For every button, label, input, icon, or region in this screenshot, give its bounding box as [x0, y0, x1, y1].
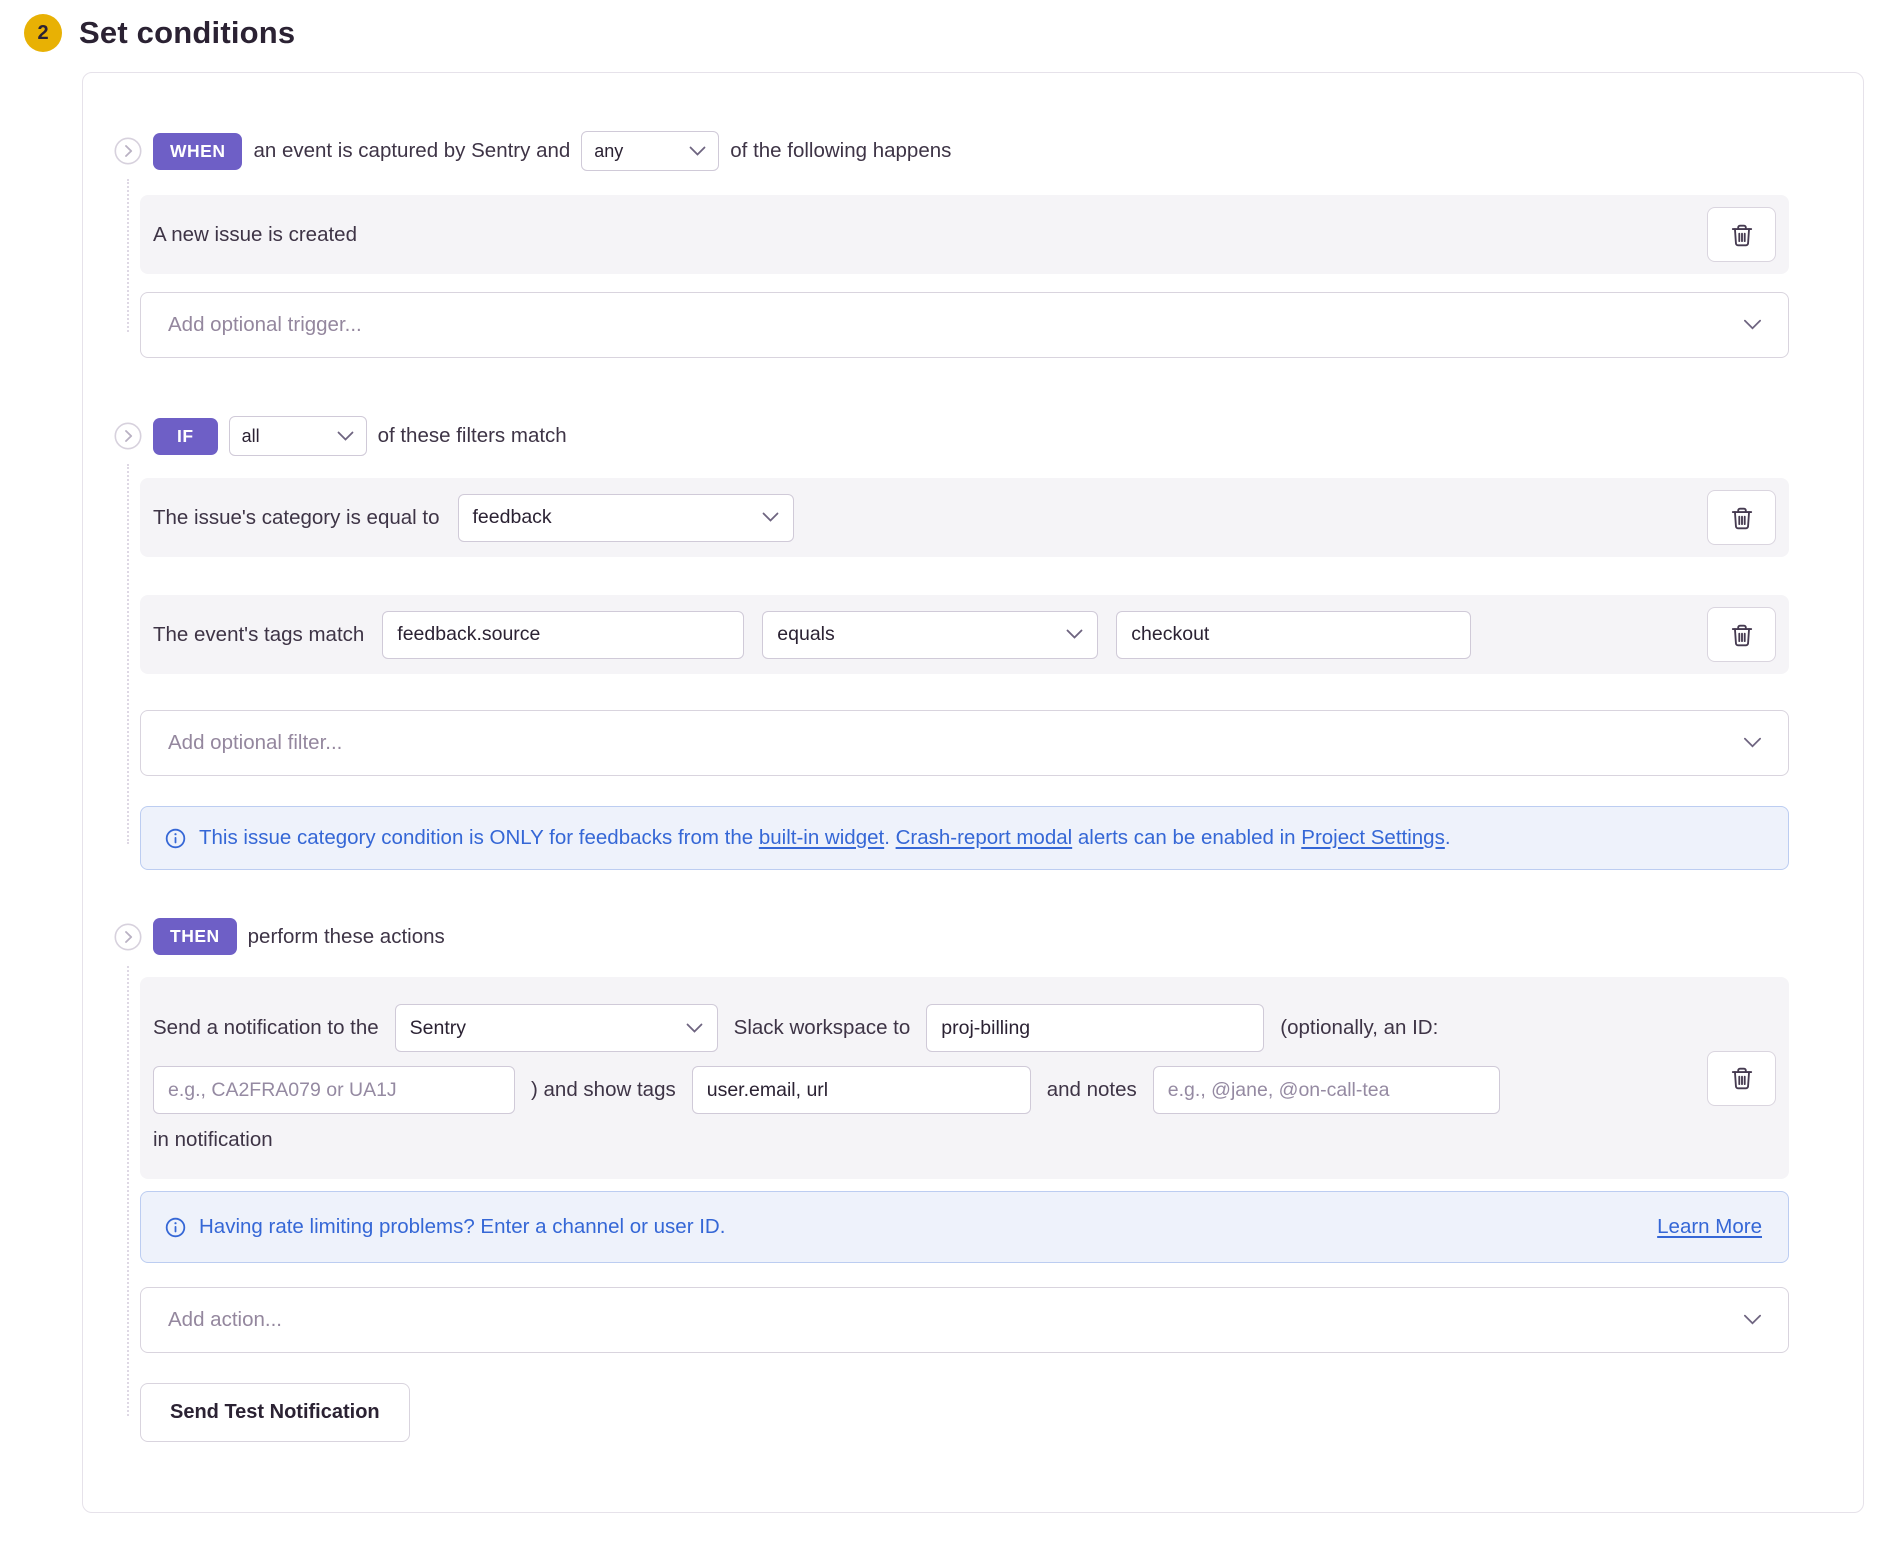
- tag-value-input[interactable]: [1116, 611, 1471, 659]
- rate-limit-text: Having rate limiting problems? Enter a c…: [199, 1215, 725, 1239]
- trash-icon: [1729, 1065, 1755, 1091]
- show-tags-label: ) and show tags: [531, 1078, 676, 1102]
- notes-label: and notes: [1047, 1078, 1137, 1102]
- channel-id-input[interactable]: [153, 1066, 515, 1114]
- then-badge: THEN: [153, 918, 237, 955]
- add-optional-filter[interactable]: Add optional filter...: [140, 710, 1789, 776]
- chevron-down-icon: [1066, 629, 1083, 640]
- delete-condition-button[interactable]: [1707, 207, 1776, 262]
- if-section: IF all of these filters match The issue'…: [140, 416, 1789, 870]
- if-match-select[interactable]: all: [229, 416, 367, 456]
- info-text-part: .: [884, 826, 895, 849]
- optional-id-label: (optionally, an ID:: [1280, 1016, 1438, 1040]
- condition-label: A new issue is created: [153, 223, 357, 247]
- chevron-down-icon: [686, 1023, 703, 1034]
- trash-icon: [1729, 222, 1755, 248]
- filter-category-label: The issue's category is equal to: [153, 506, 440, 530]
- info-text-part: alerts can be enabled in: [1072, 826, 1301, 849]
- chevron-down-icon: [337, 431, 354, 442]
- chevron-down-icon: [689, 146, 706, 157]
- when-condition-row: A new issue is created: [140, 195, 1789, 274]
- select-value: feedback: [473, 506, 552, 529]
- then-header: THEN perform these actions: [114, 918, 1789, 955]
- when-badge: WHEN: [153, 133, 242, 170]
- chevron-down-icon: [1743, 737, 1762, 749]
- then-label: perform these actions: [248, 925, 445, 949]
- step-number-badge: 2: [24, 14, 62, 52]
- section-connector-line: [127, 179, 129, 332]
- crash-report-modal-link[interactable]: Crash-report modal: [896, 826, 1073, 849]
- chevron-down-icon: [1743, 319, 1762, 331]
- channel-input[interactable]: [926, 1004, 1264, 1052]
- chevron-right-circle-icon: [114, 137, 142, 165]
- info-circle-icon: [165, 828, 186, 849]
- info-text-part: .: [1445, 826, 1451, 849]
- conditions-panel: WHEN an event is captured by Sentry and …: [82, 72, 1864, 1513]
- send-notification-label: Send a notification to the: [153, 1016, 379, 1040]
- then-section: THEN perform these actions Send a notifi…: [140, 918, 1789, 1442]
- add-filter-placeholder: Add optional filter...: [168, 731, 342, 755]
- slack-action-content: Send a notification to the Sentry Slack …: [153, 1004, 1689, 1152]
- notes-input[interactable]: [1153, 1066, 1500, 1114]
- learn-more-link[interactable]: Learn More: [1657, 1215, 1762, 1239]
- page-header: 2 Set conditions: [0, 0, 1888, 52]
- section-connector-line: [127, 966, 129, 1416]
- info-text-part: This issue category condition is ONLY fo…: [199, 826, 759, 849]
- when-label-after: of the following happens: [730, 139, 951, 163]
- chevron-right-circle-icon: [114, 422, 142, 450]
- action-line-3: in notification: [153, 1128, 1689, 1152]
- select-value: all: [242, 426, 260, 447]
- trash-icon: [1729, 505, 1755, 531]
- filter-tags-label: The event's tags match: [153, 623, 364, 647]
- category-info-text: This issue category condition is ONLY fo…: [199, 817, 1451, 859]
- page-title: Set conditions: [79, 15, 295, 51]
- add-action[interactable]: Add action...: [140, 1287, 1789, 1353]
- tags-input[interactable]: [692, 1066, 1031, 1114]
- rate-limit-info-box: Having rate limiting problems? Enter a c…: [140, 1191, 1789, 1263]
- category-info-box: This issue category condition is ONLY fo…: [140, 806, 1789, 870]
- if-label-after: of these filters match: [378, 424, 567, 448]
- filter-tags-row: The event's tags match equals: [140, 595, 1789, 674]
- section-connector-line: [127, 464, 129, 844]
- category-select[interactable]: feedback: [458, 494, 794, 542]
- send-test-notification-button[interactable]: Send Test Notification: [140, 1383, 410, 1442]
- tag-key-input[interactable]: [382, 611, 744, 659]
- workspace-select[interactable]: Sentry: [395, 1004, 718, 1052]
- add-trigger-placeholder: Add optional trigger...: [168, 313, 362, 337]
- when-header: WHEN an event is captured by Sentry and …: [114, 131, 1789, 171]
- when-match-select[interactable]: any: [581, 131, 719, 171]
- trash-icon: [1729, 622, 1755, 648]
- delete-action-button[interactable]: [1707, 1051, 1776, 1106]
- tag-operator-select[interactable]: equals: [762, 611, 1098, 659]
- add-action-placeholder: Add action...: [168, 1308, 282, 1332]
- filter-category-row: The issue's category is equal to feedbac…: [140, 478, 1789, 557]
- add-optional-trigger[interactable]: Add optional trigger...: [140, 292, 1789, 358]
- when-label-before: an event is captured by Sentry and: [253, 139, 570, 163]
- delete-filter-button[interactable]: [1707, 607, 1776, 662]
- project-settings-link[interactable]: Project Settings: [1301, 826, 1445, 849]
- if-badge: IF: [153, 418, 218, 455]
- info-circle-icon: [165, 1217, 186, 1238]
- chevron-right-circle-icon: [114, 923, 142, 951]
- workspace-label: Slack workspace to: [734, 1016, 911, 1040]
- when-section: WHEN an event is captured by Sentry and …: [140, 131, 1789, 358]
- built-in-widget-link[interactable]: built-in widget: [759, 826, 884, 849]
- delete-filter-button[interactable]: [1707, 490, 1776, 545]
- in-notification-label: in notification: [153, 1128, 273, 1152]
- select-value: Sentry: [410, 1017, 466, 1040]
- select-value: any: [594, 141, 623, 162]
- action-line-1: Send a notification to the Sentry Slack …: [153, 1004, 1689, 1052]
- action-line-2: ) and show tags and notes: [153, 1066, 1689, 1114]
- slack-action-row: Send a notification to the Sentry Slack …: [140, 977, 1789, 1179]
- if-header: IF all of these filters match: [114, 416, 1789, 456]
- select-value: equals: [777, 623, 834, 646]
- chevron-down-icon: [1743, 1314, 1762, 1326]
- chevron-down-icon: [762, 512, 779, 523]
